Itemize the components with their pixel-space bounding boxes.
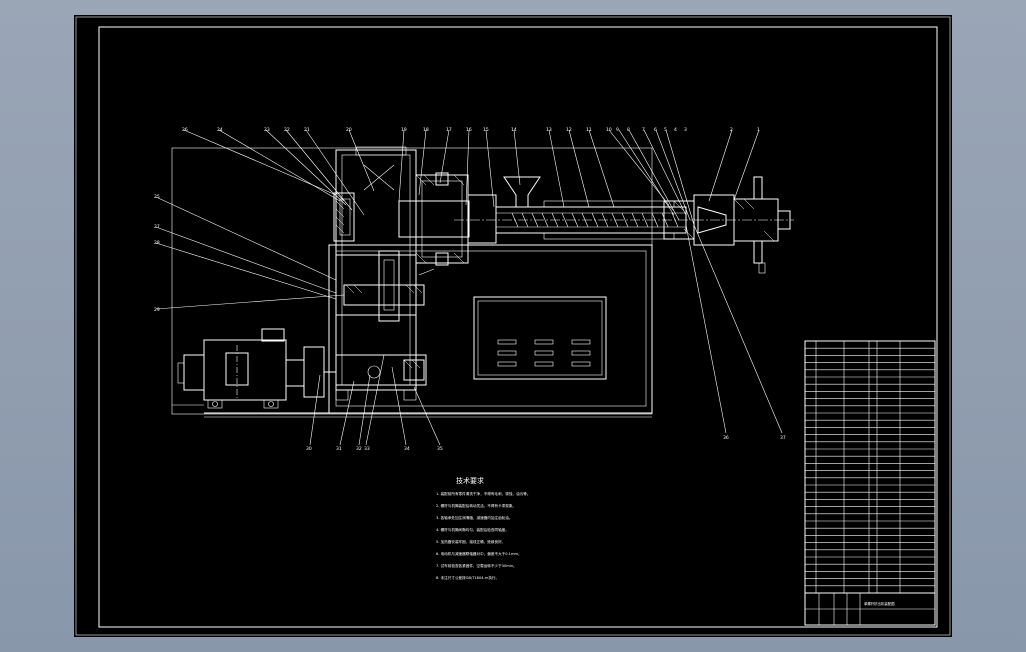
balloons-left: 25 27 28 29 — [154, 194, 160, 313]
electric-motor — [177, 328, 336, 409]
svg-text:19: 19 — [401, 127, 407, 133]
balloons-right: 36 37 — [723, 435, 786, 441]
svg-text:17: 17 — [446, 127, 452, 133]
svg-text:15: 15 — [483, 127, 489, 133]
svg-text:2. 螺杆与机筒装配后转动灵活，不得有卡滞现象。: 2. 螺杆与机筒装配后转动灵活，不得有卡滞现象。 — [436, 503, 516, 508]
svg-text:33: 33 — [364, 446, 370, 452]
svg-text:3. 各轴承处加注润滑脂，减速器内加注齿轮油。: 3. 各轴承处加注润滑脂，减速器内加注齿轮油。 — [436, 515, 512, 520]
svg-text:20: 20 — [346, 127, 352, 133]
balloons-bottom: 30 31 32 33 34 35 — [306, 446, 443, 452]
svg-text:36: 36 — [723, 435, 729, 441]
svg-text:30: 30 — [306, 446, 312, 452]
machine-base — [171, 147, 653, 418]
hopper — [503, 176, 541, 208]
svg-text:21: 21 — [304, 127, 310, 133]
svg-text:23: 23 — [264, 127, 270, 133]
svg-text:24: 24 — [217, 127, 223, 133]
inner-border — [98, 26, 938, 628]
svg-text:16: 16 — [466, 127, 472, 133]
gearbox — [333, 146, 427, 401]
svg-text:25: 25 — [154, 194, 160, 200]
notes-title: 技术要求 — [456, 476, 484, 485]
svg-text:10: 10 — [606, 127, 612, 133]
svg-text:12: 12 — [566, 127, 572, 133]
svg-text:4: 4 — [674, 127, 677, 133]
svg-text:34: 34 — [404, 446, 410, 452]
svg-text:5: 5 — [664, 127, 667, 133]
svg-text:11: 11 — [586, 127, 592, 133]
balloons-top: 26 24 23 22 21 20 19 18 17 16 15 14 13 1… — [182, 127, 760, 133]
extrusion-die — [663, 176, 791, 274]
svg-text:18: 18 — [423, 127, 429, 133]
svg-text:3: 3 — [684, 127, 687, 133]
svg-text:8. 未注尺寸公差按GB/T1804-m执行。: 8. 未注尺寸公差按GB/T1804-m执行。 — [436, 575, 499, 580]
drawing-name: 单螺杆挤出机装配图 — [864, 601, 895, 606]
svg-text:29: 29 — [154, 307, 160, 313]
svg-text:28: 28 — [154, 240, 160, 246]
svg-text:6: 6 — [654, 127, 657, 133]
drawing-sheet: 26 24 23 22 21 20 19 18 17 16 15 14 13 1… — [74, 15, 952, 637]
svg-text:27: 27 — [154, 224, 160, 230]
svg-text:8: 8 — [627, 127, 630, 133]
svg-text:35: 35 — [437, 446, 443, 452]
svg-text:13: 13 — [546, 127, 552, 133]
svg-text:7: 7 — [642, 127, 645, 133]
svg-text:22: 22 — [284, 127, 290, 133]
assembly-drawing: 26 24 23 22 21 20 19 18 17 16 15 14 13 1… — [75, 16, 951, 636]
svg-text:26: 26 — [182, 127, 188, 133]
title-block: 单螺杆挤出机装配图 — [804, 592, 936, 626]
svg-text:9: 9 — [616, 127, 619, 133]
parts-list — [804, 340, 936, 594]
svg-text:1. 装配前所有零件清洗干净，不得有毛刺、锈蚀、油污等。: 1. 装配前所有零件清洗干净，不得有毛刺、锈蚀、油污等。 — [436, 491, 530, 496]
svg-text:32: 32 — [356, 446, 362, 452]
svg-text:7. 试车前检查各紧固件，空载运转不少于30min。: 7. 试车前检查各紧固件，空载运转不少于30min。 — [436, 563, 517, 568]
svg-text:37: 37 — [780, 435, 786, 441]
svg-text:14: 14 — [511, 127, 517, 133]
svg-text:6. 电动机与减速器联轴器对中，偏差不大于0.1mm。: 6. 电动机与减速器联轴器对中，偏差不大于0.1mm。 — [436, 551, 522, 556]
svg-text:2: 2 — [730, 127, 733, 133]
svg-text:31: 31 — [336, 446, 342, 452]
svg-text:1: 1 — [757, 127, 760, 133]
leader-lines — [155, 129, 783, 446]
technical-notes: 技术要求 1. 装配前所有零件清洗干净，不得有毛刺、锈蚀、油污等。 2. 螺杆与… — [436, 476, 530, 580]
svg-text:4. 螺杆与机筒间隙均匀，装配后检查同轴度。: 4. 螺杆与机筒间隙均匀，装配后检查同轴度。 — [436, 527, 509, 532]
svg-text:5. 加热器安装牢固，接线正确，绝缘良好。: 5. 加热器安装牢固，接线正确，绝缘良好。 — [436, 539, 505, 544]
